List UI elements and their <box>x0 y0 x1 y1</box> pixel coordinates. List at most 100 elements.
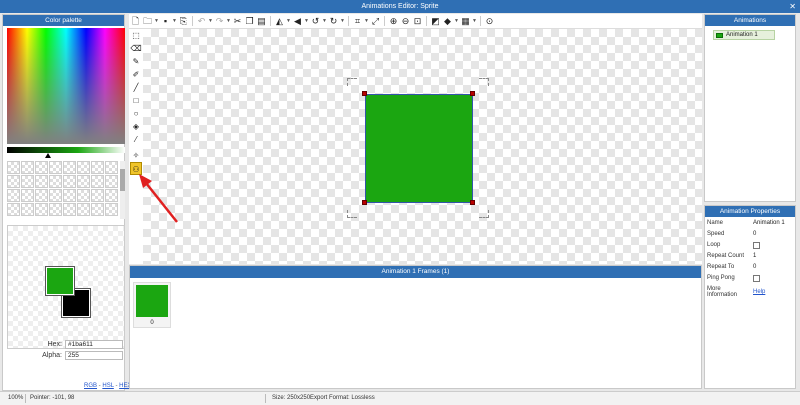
flip-vertical-icon[interactable]: ◀ <box>292 15 303 28</box>
paste-icon[interactable]: ▤ <box>256 15 267 28</box>
drawing-canvas[interactable] <box>143 29 702 264</box>
copy-icon[interactable]: ❐ <box>244 15 255 28</box>
rect-select-icon[interactable]: ⬚ <box>130 29 142 42</box>
swatch[interactable] <box>105 175 118 188</box>
chevron-down-icon[interactable]: ▼ <box>172 18 177 24</box>
swatch[interactable] <box>7 175 20 188</box>
property-value-repeat-count[interactable]: 1 <box>753 253 756 259</box>
ellipse-icon[interactable]: ○ <box>130 107 142 120</box>
chevron-down-icon[interactable]: ▼ <box>472 18 477 24</box>
new-file-icon[interactable]: 🗋 <box>130 15 141 28</box>
rotate-left-icon[interactable]: ↺ <box>310 15 321 28</box>
swatch[interactable] <box>63 161 76 174</box>
chevron-down-icon[interactable]: ▼ <box>208 18 213 24</box>
swatch[interactable] <box>77 189 90 202</box>
grid-icon[interactable]: ▦ <box>460 15 471 28</box>
crop-icon[interactable]: ⌗ <box>352 15 363 28</box>
chevron-down-icon[interactable]: ▼ <box>454 18 459 24</box>
swatch[interactable] <box>21 189 34 202</box>
undo-icon[interactable]: ↶ <box>196 15 207 28</box>
resize-handle[interactable] <box>470 91 475 96</box>
hex-input[interactable]: #1ba611 <box>65 339 123 349</box>
swatch[interactable] <box>77 203 90 216</box>
zoom-in-icon[interactable]: ⊕ <box>388 15 399 28</box>
frame-thumbnail[interactable]: 0 <box>133 282 171 328</box>
swatch[interactable] <box>49 161 62 174</box>
swatch-scrollbar-thumb[interactable] <box>120 169 125 191</box>
chevron-down-icon[interactable]: ▼ <box>154 18 159 24</box>
play-icon[interactable]: ⊙ <box>484 15 495 28</box>
luminance-slider[interactable] <box>7 147 125 153</box>
zoom-out-icon[interactable]: ⊖ <box>400 15 411 28</box>
luminance-marker-icon[interactable] <box>45 153 51 158</box>
swatch[interactable] <box>49 175 62 188</box>
loop-checkbox[interactable] <box>753 242 760 249</box>
swatch[interactable] <box>35 175 48 188</box>
swatch[interactable] <box>49 189 62 202</box>
swatch[interactable] <box>63 189 76 202</box>
swatch[interactable] <box>91 175 104 188</box>
eraser-icon[interactable]: ⌫ <box>130 42 142 55</box>
swatch[interactable] <box>21 161 34 174</box>
swatch[interactable] <box>7 161 20 174</box>
resize-icon[interactable]: ⤢ <box>370 15 381 28</box>
resize-handle[interactable] <box>470 200 475 205</box>
open-folder-icon[interactable]: 🗀 <box>142 15 153 28</box>
swatch[interactable] <box>105 189 118 202</box>
chevron-down-icon[interactable]: ▼ <box>364 18 369 24</box>
swatch[interactable] <box>7 189 20 202</box>
redo-icon[interactable]: ↷ <box>214 15 225 28</box>
ping-pong-checkbox[interactable] <box>753 275 760 282</box>
save-icon[interactable]: ▪ <box>160 15 171 28</box>
chevron-down-icon[interactable]: ▼ <box>226 18 231 24</box>
swatch[interactable] <box>91 203 104 216</box>
fill-mode-icon[interactable]: ◩ <box>430 15 441 28</box>
close-icon[interactable]: ✕ <box>789 0 796 13</box>
swatch[interactable] <box>63 175 76 188</box>
chevron-down-icon[interactable]: ▼ <box>286 18 291 24</box>
alpha-input[interactable]: 255 <box>65 350 123 360</box>
sprite-shape[interactable] <box>365 94 473 203</box>
resize-handle[interactable] <box>362 91 367 96</box>
layers-icon[interactable]: ◆ <box>442 15 453 28</box>
swatch[interactable] <box>77 161 90 174</box>
line-icon[interactable]: ╱ <box>130 81 142 94</box>
chevron-down-icon[interactable]: ▼ <box>322 18 327 24</box>
rgb-link[interactable]: RGB <box>84 383 97 389</box>
property-value-repeat-to[interactable]: 0 <box>753 264 756 270</box>
brush-icon[interactable]: ✐ <box>130 68 142 81</box>
property-value-speed[interactable]: 0 <box>753 231 756 237</box>
flip-horizontal-icon[interactable]: ◭ <box>274 15 285 28</box>
swatch[interactable] <box>35 203 48 216</box>
swatch[interactable] <box>105 203 118 216</box>
swatch[interactable] <box>105 161 118 174</box>
magic-wand-icon[interactable]: ✧ <box>130 149 142 162</box>
property-value-name[interactable]: Animation 1 <box>753 220 785 226</box>
color-spectrum[interactable] <box>7 28 125 144</box>
eyedropper-icon[interactable]: ⁄ <box>130 133 142 146</box>
swatch[interactable] <box>91 161 104 174</box>
chevron-down-icon[interactable]: ▼ <box>304 18 309 24</box>
swatch[interactable] <box>7 203 20 216</box>
rotate-right-icon[interactable]: ↻ <box>328 15 339 28</box>
export-icon[interactable]: ⎘ <box>178 15 189 28</box>
hsl-link[interactable]: HSL <box>102 383 113 389</box>
swatch[interactable] <box>35 189 48 202</box>
pencil-icon[interactable]: ✎ <box>130 55 142 68</box>
fill-bucket-icon[interactable]: ◈ <box>130 120 142 133</box>
swatch[interactable] <box>77 175 90 188</box>
cut-icon[interactable]: ✂ <box>232 15 243 28</box>
swatch[interactable] <box>49 203 62 216</box>
chevron-down-icon[interactable]: ▼ <box>340 18 345 24</box>
swatch-scrollbar[interactable] <box>120 161 125 219</box>
swatch[interactable] <box>21 203 34 216</box>
help-link[interactable]: Help <box>753 289 765 298</box>
resize-handle[interactable] <box>362 200 367 205</box>
rectangle-icon[interactable]: □ <box>130 94 142 107</box>
animation-list-item[interactable]: Animation 1 <box>713 30 775 40</box>
swatch[interactable] <box>91 189 104 202</box>
primary-color-swatch[interactable] <box>45 266 75 296</box>
zoom-fit-icon[interactable]: ⊡ <box>412 15 423 28</box>
swatch[interactable] <box>63 203 76 216</box>
skeleton-icon[interactable]: ⚇ <box>130 162 142 175</box>
